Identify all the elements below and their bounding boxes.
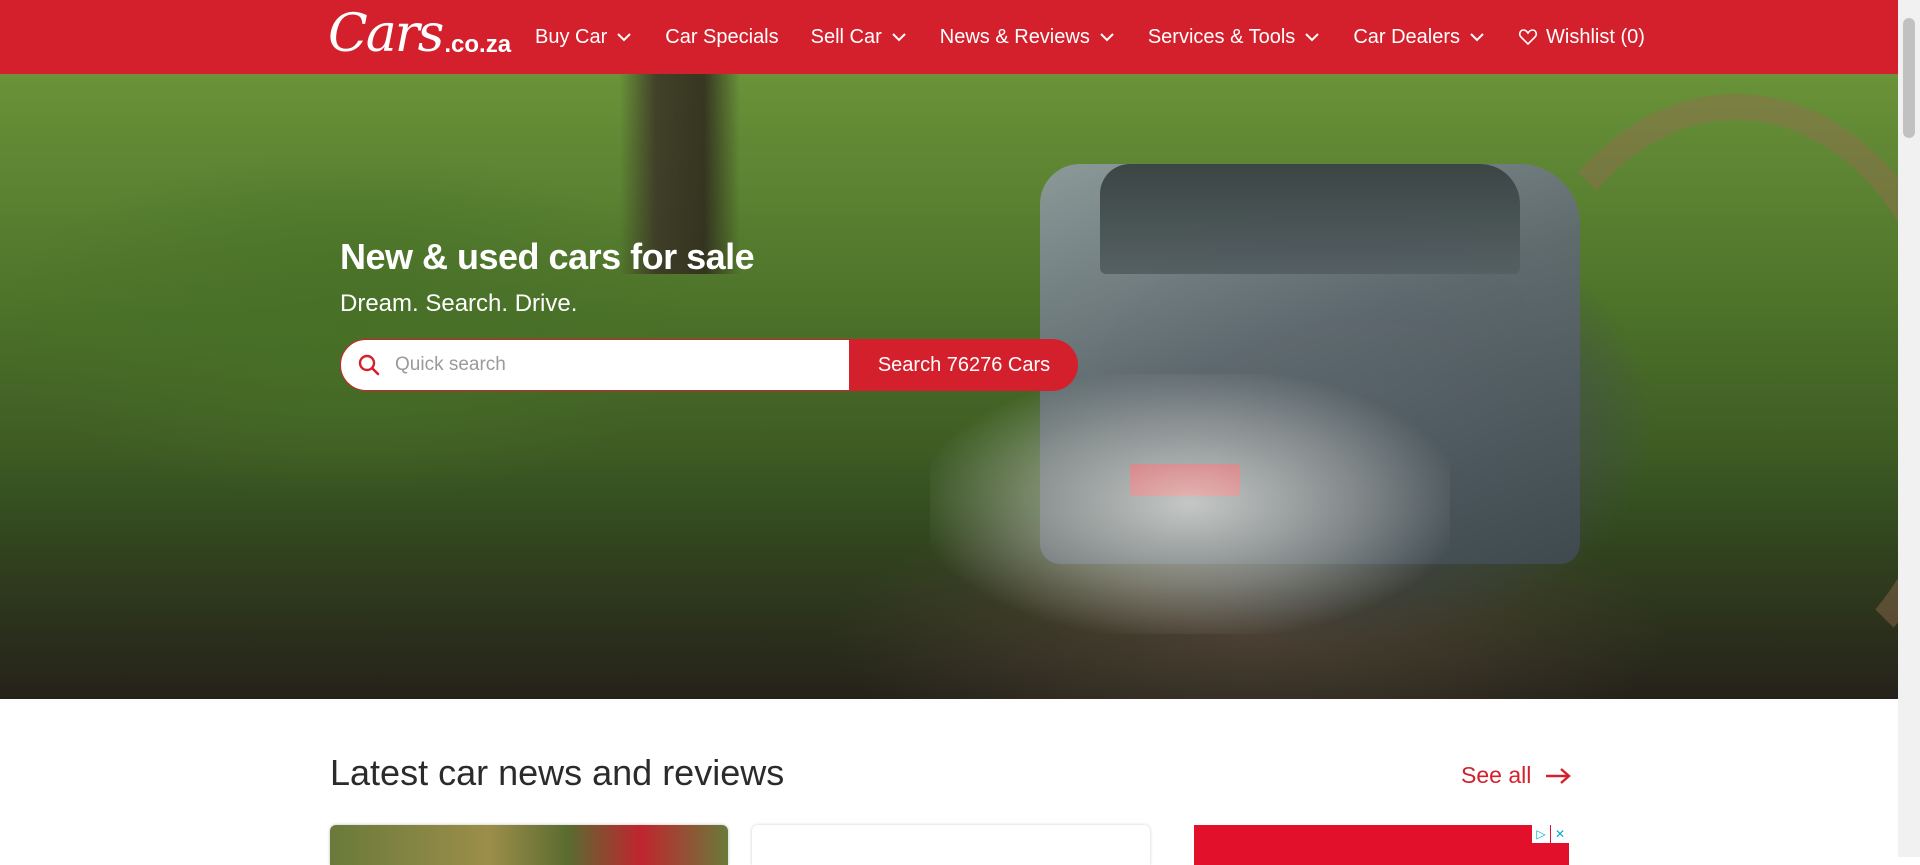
- see-all-link[interactable]: See all: [1461, 762, 1572, 789]
- nav-car-dealers[interactable]: Car Dealers: [1353, 26, 1486, 49]
- chevron-down-icon: [1305, 33, 1320, 42]
- quick-search-field[interactable]: [340, 339, 850, 391]
- ad-controls: ▷ ✕: [1531, 825, 1569, 843]
- chevron-down-icon: [1470, 33, 1484, 42]
- hero-title: New & used cars for sale: [340, 236, 755, 277]
- page-scrollbar[interactable]: [1898, 0, 1920, 857]
- wishlist-label: Wishlist (0): [1546, 25, 1645, 48]
- main-nav: Buy Car Car Specials Sell Car News & Rev…: [535, 0, 1645, 74]
- search-icon: [358, 354, 380, 376]
- heart-icon: [1518, 29, 1538, 46]
- advertisement[interactable]: ▷ ✕: [1194, 825, 1569, 865]
- quick-search-input[interactable]: [393, 353, 797, 377]
- wishlist-link[interactable]: Wishlist (0): [1518, 26, 1645, 49]
- nav-news-reviews-label: News & Reviews: [939, 25, 1090, 48]
- nav-car-specials[interactable]: Car Specials: [665, 26, 778, 49]
- nav-services-tools-label: Services & Tools: [1147, 25, 1296, 48]
- site-logo[interactable]: Cars .co.za: [328, 5, 511, 63]
- nav-news-reviews[interactable]: News & Reviews: [940, 26, 1116, 49]
- nav-services-tools[interactable]: Services & Tools: [1148, 26, 1321, 49]
- hero-subtitle: Dream. Search. Drive.: [340, 290, 578, 317]
- nav-sell-car-label: Sell Car: [810, 25, 882, 48]
- nav-car-specials-label: Car Specials: [665, 25, 779, 48]
- nav-sell-car[interactable]: Sell Car: [811, 26, 908, 49]
- scrollbar-thumb[interactable]: [1903, 18, 1915, 138]
- news-section-title: Latest car news and reviews: [330, 752, 785, 793]
- nav-buy-car[interactable]: Buy Car: [535, 26, 633, 49]
- see-all-label: See all: [1461, 762, 1532, 788]
- chevron-down-icon: [617, 33, 631, 42]
- nav-buy-car-label: Buy Car: [535, 25, 608, 48]
- logo-main: Cars: [328, 4, 444, 64]
- news-card[interactable]: [752, 825, 1150, 865]
- hero-image-vehicle-roof: [1100, 164, 1520, 274]
- chevron-down-icon: [1100, 33, 1114, 42]
- adchoices-icon[interactable]: ▷: [1532, 825, 1550, 843]
- quick-search-bar: Search 76276 Cars: [340, 339, 1078, 391]
- search-cars-button[interactable]: Search 76276 Cars: [850, 339, 1078, 391]
- news-card[interactable]: [330, 825, 728, 865]
- arrow-right-icon: [1546, 767, 1572, 784]
- close-icon[interactable]: ✕: [1551, 825, 1569, 843]
- hero-image-splash: [930, 374, 1450, 634]
- site-header: Cars .co.za Buy Car Car Specials Sell Ca…: [0, 0, 1898, 74]
- nav-car-dealers-label: Car Dealers: [1353, 25, 1461, 48]
- chevron-down-icon: [892, 33, 906, 42]
- logo-tld: .co.za: [444, 31, 512, 58]
